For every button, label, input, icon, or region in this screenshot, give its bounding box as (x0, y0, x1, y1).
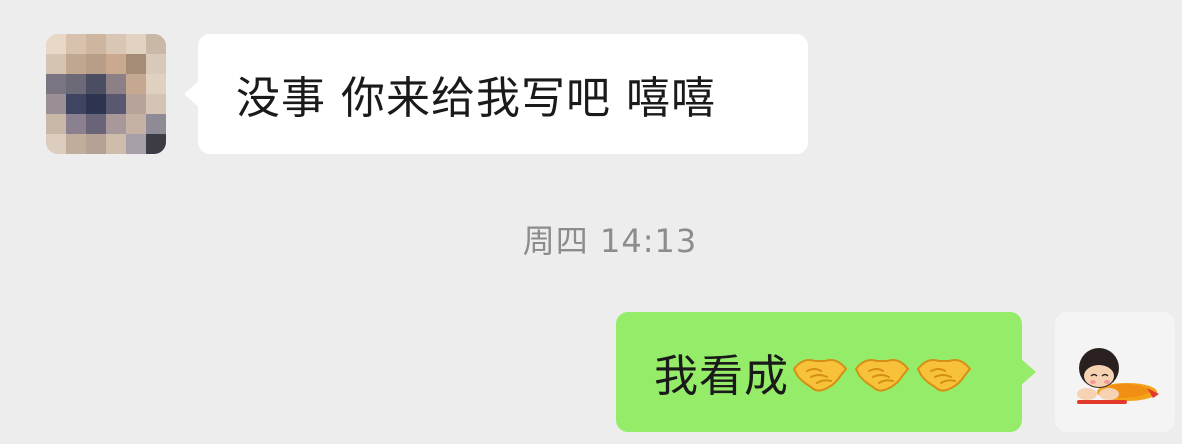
message-timestamp: 周四 14:13 (522, 222, 698, 260)
handshake-icon (792, 359, 848, 392)
emoji-group (791, 349, 977, 395)
cartoon-girl-avatar-icon (1077, 348, 1159, 404)
chat-window: 没事 你来给我写吧 嘻嘻 周四 14:13 我看成 (0, 0, 1182, 444)
contact-avatar[interactable] (46, 34, 166, 154)
handshake-icon (854, 359, 910, 392)
incoming-message-text: 没事 你来给我写吧 嘻嘻 (236, 73, 716, 124)
pixelated-avatar-icon (46, 34, 166, 154)
outgoing-message-text: 我看成 (654, 351, 789, 402)
outgoing-message-bubble[interactable]: 我看成 (616, 312, 1036, 432)
incoming-message-bubble[interactable]: 没事 你来给我写吧 嘻嘻 (184, 34, 808, 154)
self-avatar[interactable] (1055, 312, 1175, 432)
outgoing-message-content: 我看成 (616, 340, 977, 404)
handshake-icon (916, 359, 972, 392)
